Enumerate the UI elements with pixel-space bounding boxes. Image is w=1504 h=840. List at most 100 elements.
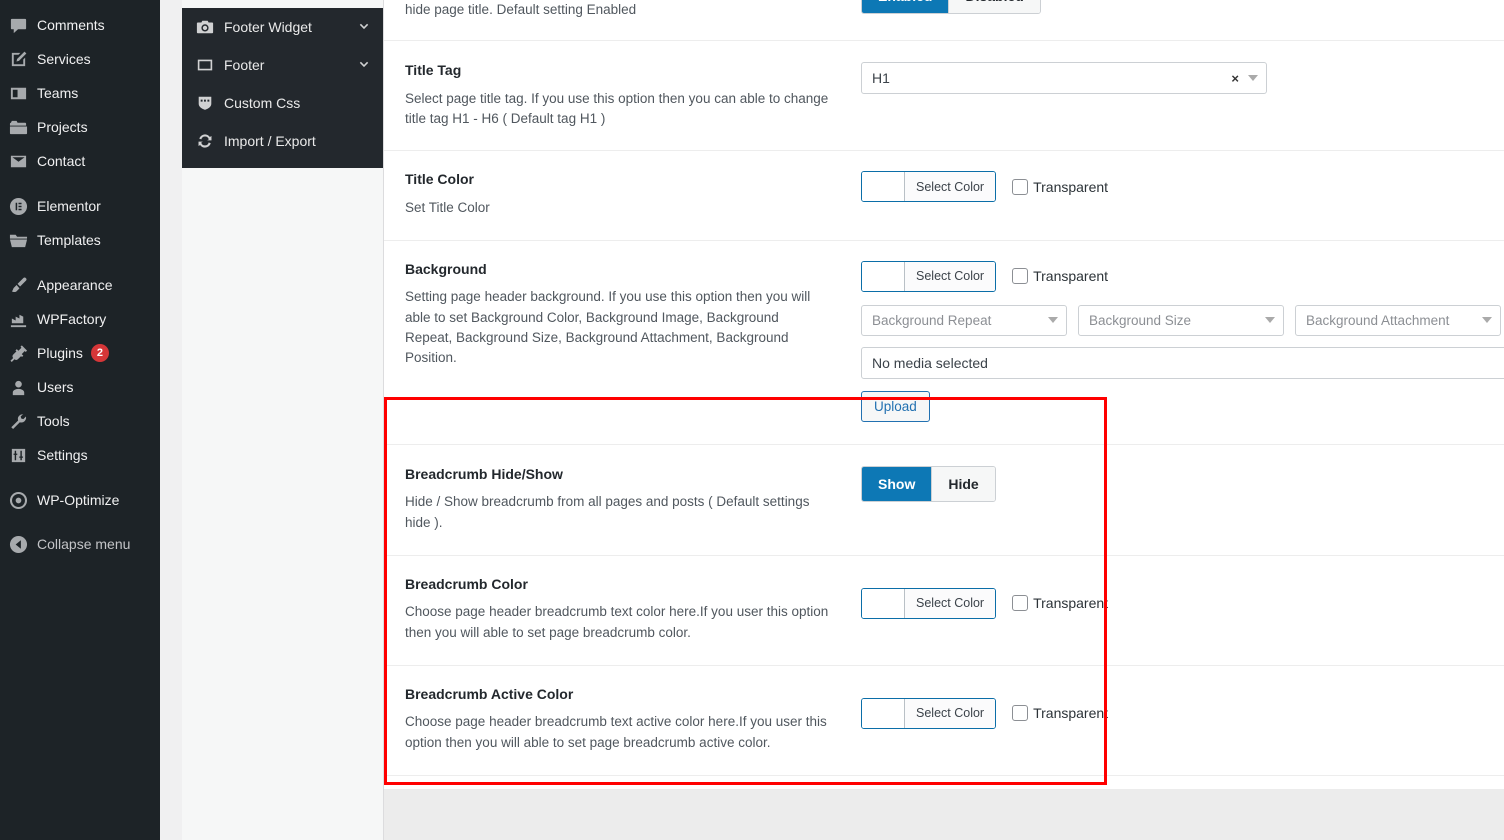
- background-repeat-placeholder: Background Repeat: [872, 312, 992, 328]
- sidebar-item-templates[interactable]: Templates: [0, 223, 160, 257]
- comments-icon: [9, 16, 37, 35]
- breadcrumb-color-controls: Select Color Transparent: [861, 587, 1504, 619]
- disabled-button[interactable]: Disabled: [948, 0, 1040, 14]
- page-title-hide-show-desc: hide page title. Default setting Enabled: [405, 2, 637, 17]
- sidebar-item-appearance[interactable]: Appearance: [0, 268, 160, 302]
- title-tag-select[interactable]: H1 ×: [861, 62, 1267, 94]
- submenu-item-label: Footer: [224, 57, 265, 73]
- sidebar-item-label: Collapse menu: [37, 536, 131, 552]
- checkbox-box[interactable]: [1012, 178, 1029, 195]
- submenu-item-custom-css[interactable]: Custom Css: [182, 84, 383, 122]
- background-size-select[interactable]: Background Size: [1078, 304, 1284, 336]
- breadcrumb-active-color-label: Breadcrumb Active Color: [405, 685, 574, 702]
- submenu-item-label: Import / Export: [224, 133, 316, 149]
- elementor-icon: [9, 197, 37, 216]
- sidebar-item-plugins[interactable]: Plugins 2: [0, 336, 160, 370]
- plugin-submenu-panel: Footer Widget Footer Custom Css Import /…: [182, 0, 384, 840]
- sidebar-item-users[interactable]: Users: [0, 370, 160, 404]
- hide-button[interactable]: Hide: [931, 466, 995, 501]
- breadcrumb-color-picker-button[interactable]: Select Color: [861, 587, 997, 619]
- breadcrumb-active-color-picker-button[interactable]: Select Color: [861, 697, 997, 729]
- row-left: Breadcrumb Active Color Choose page head…: [405, 686, 845, 753]
- settings-form: hide page title. Default setting Enabled…: [384, 0, 1504, 840]
- page-title-toggle-group[interactable]: Enabled Disabled: [861, 0, 1041, 15]
- breadcrumb-settings-section: Breadcrumb Hide/Show Hide / Show breadcr…: [384, 444, 1504, 840]
- chevron-down-icon[interactable]: [1248, 75, 1258, 81]
- show-button[interactable]: Show: [862, 466, 932, 501]
- sidebar-item-teams[interactable]: Teams: [0, 76, 160, 110]
- background-attachment-select[interactable]: Background Attachment: [1295, 304, 1501, 336]
- checkbox-box[interactable]: [1012, 268, 1029, 285]
- projects-folder-icon: [9, 118, 37, 137]
- checkbox-box[interactable]: [1012, 595, 1029, 612]
- chevron-down-icon[interactable]: [1048, 317, 1058, 324]
- color-swatch: [862, 172, 904, 201]
- sidebar-item-wpfactory[interactable]: WPFactory: [0, 302, 160, 336]
- sidebar-item-label: Services: [37, 51, 91, 67]
- color-swatch: [862, 698, 904, 728]
- title-color-picker-button[interactable]: Select Color: [861, 171, 997, 202]
- plugin-submenu-list: Footer Widget Footer Custom Css Import /…: [182, 8, 383, 168]
- row-breadcrumb-color: Breadcrumb Color Choose page header brea…: [384, 555, 1504, 666]
- submenu-item-footer-widget[interactable]: Footer Widget: [182, 8, 383, 46]
- row-background: Background Setting page header backgroun…: [384, 240, 1504, 445]
- background-upload-button[interactable]: Upload: [861, 390, 930, 422]
- row-left: Background Setting page header backgroun…: [405, 261, 845, 369]
- title-tag-value: H1: [872, 70, 890, 86]
- sidebar-item-label: Teams: [37, 85, 79, 101]
- wp-admin-sidebar: Comments Services Teams Projects Contact: [0, 0, 160, 840]
- sidebar-item-services[interactable]: Services: [0, 42, 160, 76]
- select-color-label: Select Color: [904, 698, 996, 728]
- title-color-transparent-checkbox[interactable]: Transparent: [1012, 178, 1108, 195]
- sidebar-item-label: WPFactory: [37, 311, 107, 327]
- chevron-down-icon[interactable]: [357, 20, 371, 34]
- enabled-button[interactable]: Enabled: [862, 0, 949, 14]
- transparent-label: Transparent: [1033, 268, 1109, 285]
- sidebar-item-comments[interactable]: Comments: [0, 8, 160, 42]
- select-color-label: Select Color: [904, 261, 996, 291]
- teams-card-icon: [9, 84, 37, 103]
- chevron-down-icon[interactable]: [1482, 317, 1492, 324]
- contact-mail-icon: [9, 152, 37, 171]
- submenu-item-label: Footer Widget: [224, 19, 312, 35]
- submenu-item-import-export[interactable]: Import / Export: [182, 122, 383, 160]
- breadcrumb-hide-show-desc: Hide / Show breadcrumb from all pages an…: [405, 494, 810, 530]
- breadcrumb-color-transparent-checkbox[interactable]: Transparent: [1012, 595, 1108, 612]
- breadcrumb-toggle-group[interactable]: Show Hide: [861, 465, 996, 502]
- row-left: Title Color Set Title Color: [405, 171, 845, 218]
- background-repeat-select[interactable]: Background Repeat: [861, 304, 1067, 336]
- tools-wrench-icon: [9, 412, 37, 431]
- row-breadcrumb-active-color: Breadcrumb Active Color Choose page head…: [384, 665, 1504, 776]
- title-color-label: Title Color: [405, 171, 474, 187]
- sidebar-item-collapse-menu[interactable]: Collapse menu: [0, 527, 160, 561]
- checkbox-box[interactable]: [1012, 705, 1029, 722]
- submenu-item-footer[interactable]: Footer: [182, 46, 383, 84]
- sidebar-item-projects[interactable]: Projects: [0, 110, 160, 144]
- sidebar-item-label: Templates: [37, 232, 101, 248]
- row-right: Select Color Transparent Background Repe…: [845, 260, 1504, 422]
- row-left: Title Tag Select page title tag. If you …: [405, 62, 845, 129]
- row-title-color: Title Color Set Title Color Select Color…: [384, 151, 1504, 241]
- breadcrumb-hide-show-label: Breadcrumb Hide/Show: [405, 465, 563, 482]
- sidebar-item-contact[interactable]: Contact: [0, 144, 160, 178]
- clear-selection-icon[interactable]: ×: [1231, 71, 1239, 86]
- title-color-controls: Select Color Transparent: [861, 171, 1504, 202]
- sidebar-item-tools[interactable]: Tools: [0, 404, 160, 438]
- background-color-controls: Select Color Transparent: [861, 260, 1504, 292]
- css-shield-icon: [196, 94, 224, 112]
- breadcrumb-active-color-transparent-checkbox[interactable]: Transparent: [1012, 705, 1109, 722]
- chevron-down-icon[interactable]: [357, 58, 371, 72]
- background-color-picker-button[interactable]: Select Color: [861, 260, 997, 292]
- sidebar-item-wp-optimize[interactable]: WP-Optimize: [0, 483, 160, 517]
- transparent-label: Transparent: [1033, 705, 1109, 722]
- chevron-down-icon[interactable]: [1265, 317, 1275, 324]
- settings-content-area: hide page title. Default setting Enabled…: [384, 0, 1504, 840]
- row-right: Select Color Transparent: [845, 576, 1504, 619]
- title-color-desc: Set Title Color: [405, 199, 490, 215]
- row-right: Enabled Disabled: [845, 0, 1504, 15]
- upload-label: Upload: [874, 398, 917, 414]
- background-media-input[interactable]: No media selected: [861, 346, 1504, 379]
- sidebar-item-elementor[interactable]: Elementor: [0, 189, 160, 223]
- sidebar-item-settings[interactable]: Settings: [0, 438, 160, 472]
- background-transparent-checkbox[interactable]: Transparent: [1012, 268, 1109, 285]
